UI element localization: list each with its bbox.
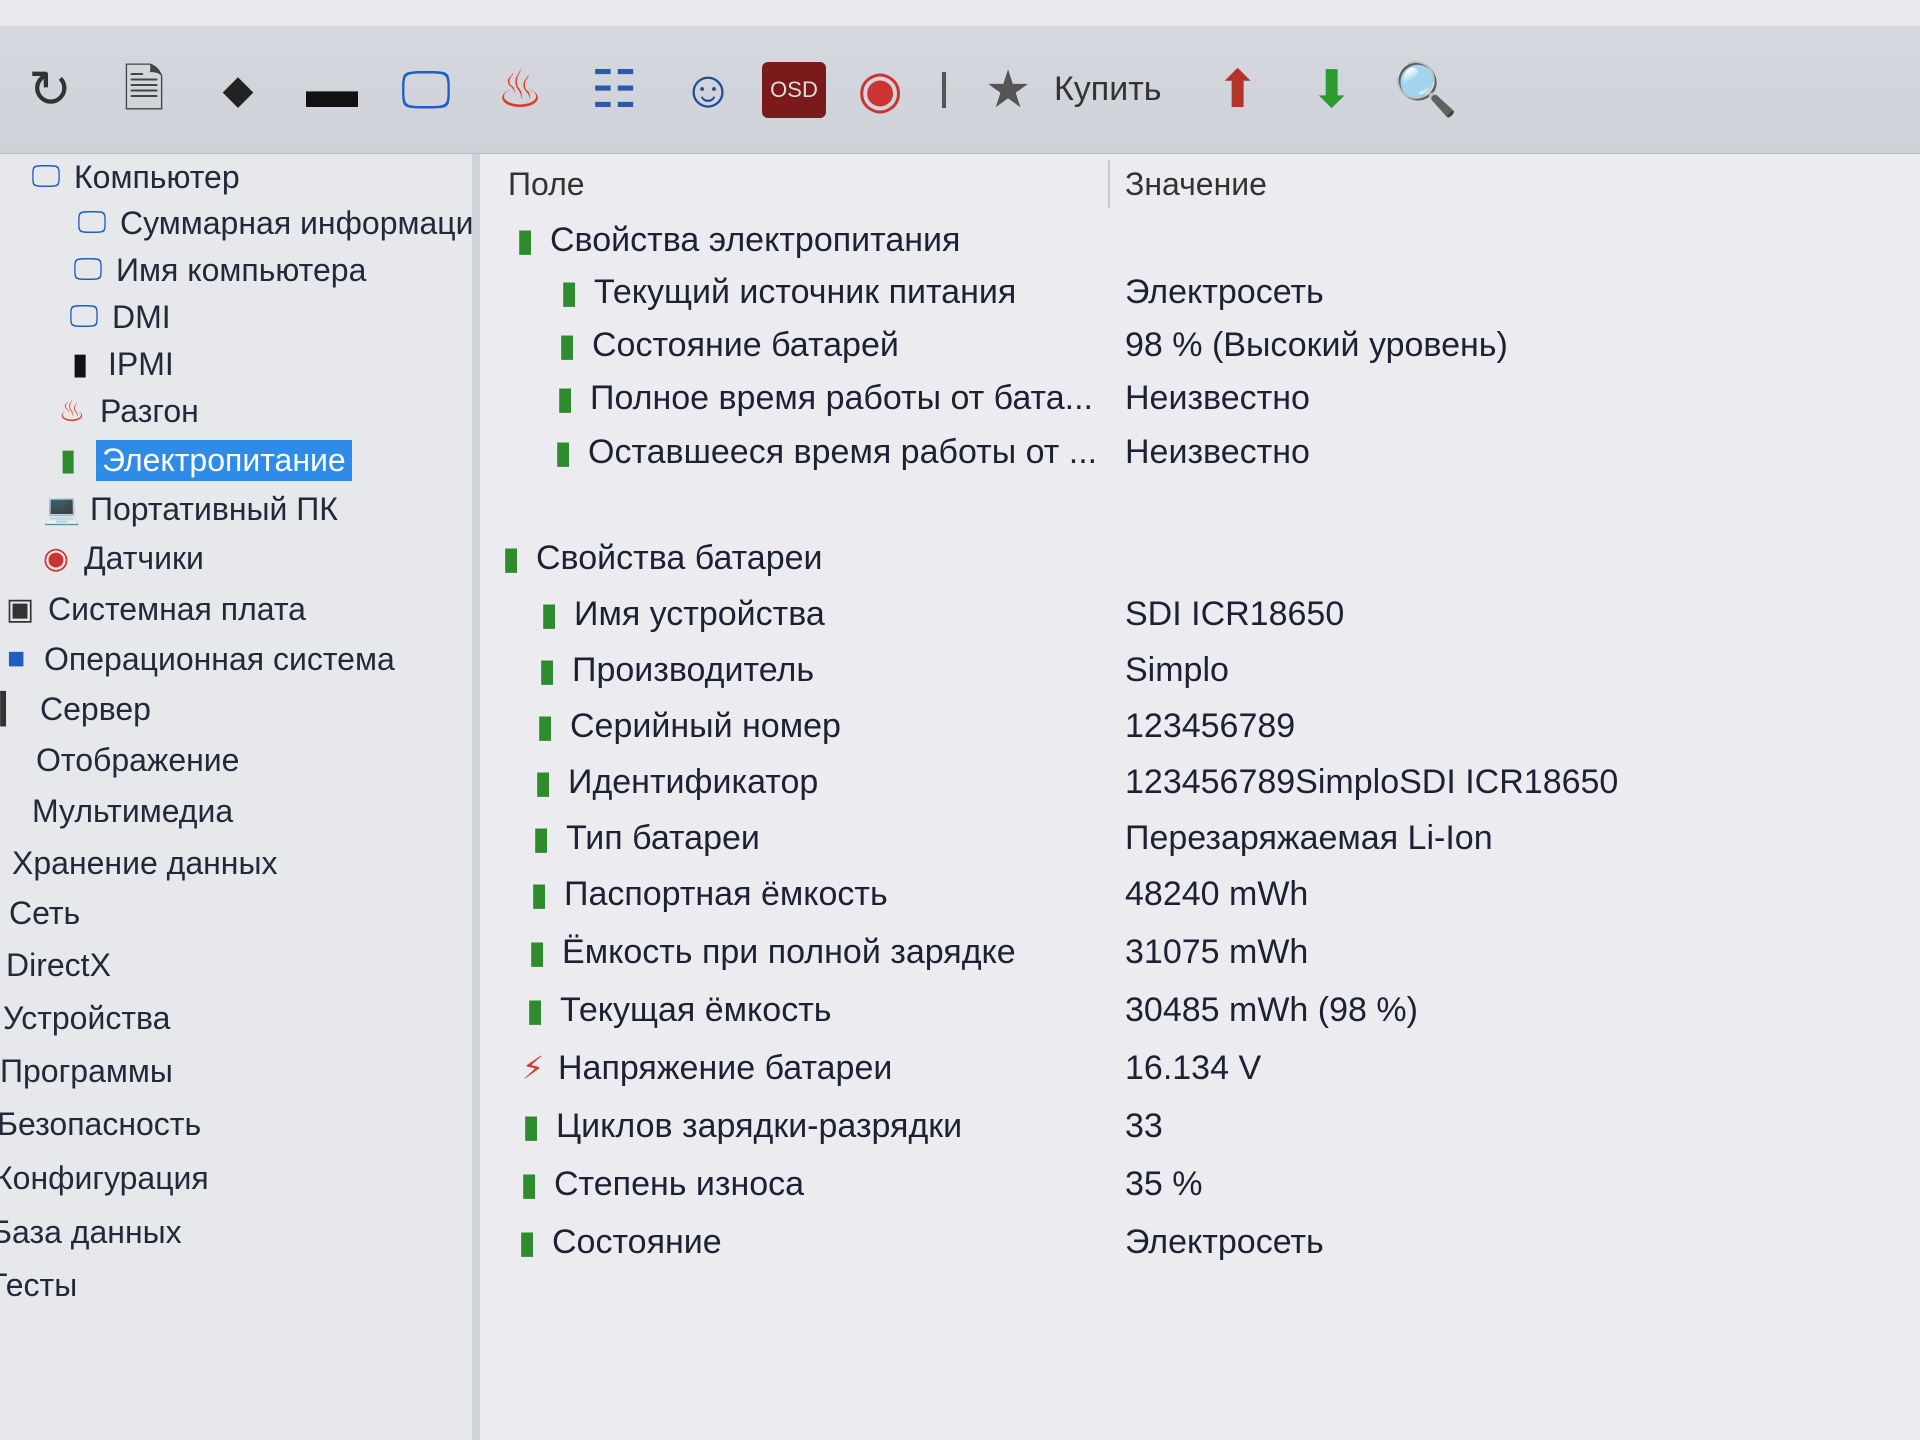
table-row[interactable]: ▮ Степень износа 35 %	[480, 1158, 1920, 1210]
up-arrow-icon[interactable]: ⬆	[1198, 50, 1278, 130]
tree-item-config[interactable]: Конфигурация	[0, 1155, 209, 1201]
table-row[interactable]: ▮ Состояние Электросеть	[480, 1216, 1920, 1268]
display-icon: ▏	[0, 743, 20, 777]
column-header-value[interactable]: Значение	[1125, 154, 1267, 214]
battery-icon: ▮	[538, 652, 556, 688]
server-icon: ▮	[71, 347, 89, 381]
battery-icon: ▮	[532, 820, 550, 856]
tree-item-devices[interactable]: Устройства	[3, 995, 170, 1041]
details-panel: Поле Значение ▮ Свойства электропитания …	[480, 154, 1920, 1440]
table-row[interactable]: ▮ Производитель Simplo	[480, 644, 1920, 696]
down-arrow-icon[interactable]: ⬇	[1292, 50, 1372, 130]
battery-icon: ▮	[558, 327, 576, 363]
osd-icon[interactable]: OSD	[762, 61, 826, 118]
battery-icon: ▮	[534, 764, 552, 800]
table-row[interactable]: ▮ Полное время работы от бата... Неизвест…	[480, 372, 1920, 424]
tree-item-ipmi[interactable]: ▮ IPMI	[60, 341, 174, 387]
battery-icon: ▮	[554, 434, 572, 470]
flame-icon: ♨	[58, 394, 86, 428]
tree-item-power[interactable]: ▮ Электропитание	[48, 437, 352, 483]
computer-icon: 🖵	[31, 160, 61, 193]
tree-item-laptop[interactable]: 💻 Портативный ПК	[42, 486, 338, 532]
tree-item-storage[interactable]: Хранение данных	[12, 840, 277, 886]
table-row[interactable]: ▮ Текущая ёмкость 30485 mWh (98 %)	[480, 984, 1920, 1036]
user-icon[interactable]: ☺	[668, 50, 748, 130]
toolbar: ↻ 🗎 ◆ ▬ 🖵 ♨ ☷ ☺ OSD ◉ ★ Купить ⬆ ⬇ 🔍	[0, 26, 1920, 154]
table-row[interactable]: ▮ Идентификатор 123456789SimploSDI ICR186…	[480, 756, 1920, 808]
server-icon: ▎	[0, 692, 24, 726]
table-row[interactable]: ▮ Ёмкость при полной зарядке 31075 mWh	[480, 926, 1920, 978]
battery-icon: ▮	[502, 540, 520, 576]
voltage-icon: ⚡	[521, 1050, 545, 1086]
device-list-icon[interactable]: ☷	[574, 50, 654, 130]
tree-item-motherboard[interactable]: ▣ Системная плата	[0, 586, 306, 632]
toolbar-separator	[942, 71, 946, 108]
tree-item-overclock[interactable]: ♨ Разгон	[52, 388, 199, 434]
board-icon: ▣	[5, 592, 35, 626]
tree-item-display[interactable]: ▏ Отображение	[0, 737, 239, 783]
monitor-icon[interactable]: 🖵	[386, 50, 466, 130]
battery-icon: ▮	[520, 1166, 538, 1202]
osd-label: OSD	[770, 76, 818, 102]
tree-item-os[interactable]: ■ Операционная система	[0, 636, 395, 682]
tree-item-multimedia[interactable]: ▏ Мультимедиа	[0, 788, 233, 834]
computer-icon: 🖵	[69, 300, 99, 333]
memory-icon[interactable]: ▬	[292, 50, 372, 130]
group-power-properties[interactable]: ▮ Свойства электропитания	[480, 214, 1920, 266]
gauge-icon: ◉	[42, 541, 70, 575]
battery-icon: ▮	[530, 876, 548, 912]
battery-icon: ▮	[536, 708, 554, 744]
laptop-icon: 💻	[43, 492, 81, 526]
table-row[interactable]: ▮ Текущий источник питания Электросеть	[480, 266, 1920, 318]
tree-item-computer[interactable]: 🖵 Компьютер	[26, 154, 240, 200]
table-row[interactable]: ▮ Имя устройства SDI ICR18650	[480, 588, 1920, 640]
overclock-flame-icon[interactable]: ♨	[480, 50, 560, 130]
table-row[interactable]: ▮ Состояние батарей 98 % (Высокий уровень…	[480, 319, 1920, 371]
tree-item-summary[interactable]: 🖵 Суммарная информаци	[72, 200, 474, 246]
computer-icon: 🖵	[73, 253, 103, 286]
windows-icon: ■	[6, 642, 26, 675]
column-header-field[interactable]: Поле	[508, 154, 585, 214]
media-icon: ▏	[0, 794, 16, 828]
column-divider[interactable]	[1108, 160, 1110, 208]
tree-item-server[interactable]: ▎ Сервер	[0, 686, 150, 732]
tree-item-security[interactable]: Безопасность	[0, 1101, 201, 1147]
tree-item-network[interactable]: Сеть	[9, 890, 80, 936]
buy-icon: ★	[984, 60, 1032, 119]
window-titlebar	[0, 0, 1920, 26]
battery-icon: ▮	[526, 992, 544, 1028]
navigation-tree: 🖵 Компьютер 🖵 Суммарная информаци 🖵 Имя …	[0, 154, 480, 1440]
tree-item-computer-name[interactable]: 🖵 Имя компьютера	[68, 247, 367, 293]
buy-label: Купить	[1054, 70, 1162, 108]
battery-icon: ▮	[518, 1224, 536, 1260]
tree-item-software[interactable]: Программы	[0, 1048, 173, 1094]
refresh-icon[interactable]: ↻	[10, 50, 90, 130]
battery-icon: ▮	[516, 222, 534, 258]
group-battery-properties[interactable]: ▮ Свойства батареи	[480, 532, 1920, 584]
computer-icon: 🖵	[77, 206, 107, 239]
tree-item-directx[interactable]: DirectX	[6, 942, 111, 988]
table-row[interactable]: ▮ Серийный номер 123456789	[480, 700, 1920, 752]
tree-item-dmi[interactable]: 🖵 DMI	[64, 294, 171, 340]
report-icon[interactable]: 🗎	[104, 50, 184, 130]
battery-icon: ▮	[59, 443, 77, 477]
table-row[interactable]: ▮ Тип батареи Перезаряжаемая Li-Ion	[480, 812, 1920, 864]
tree-item-benchmarks[interactable]: Тесты	[0, 1262, 77, 1308]
battery-icon: ▮	[540, 596, 558, 632]
battery-icon: ▮	[556, 380, 574, 416]
battery-icon: ▮	[528, 934, 546, 970]
buy-button[interactable]: ★ Купить	[968, 50, 1162, 130]
table-row[interactable]: ▮ Циклов зарядки-разрядки 33	[480, 1100, 1920, 1152]
motherboard-icon[interactable]: ◆	[198, 50, 278, 130]
sensor-gauge-icon[interactable]: ◉	[840, 50, 920, 130]
battery-icon: ▮	[560, 274, 578, 310]
table-row[interactable]: ▮ Оставшееся время работы от ... Неизвест…	[480, 426, 1920, 478]
tree-item-sensors[interactable]: ◉ Датчики	[36, 535, 204, 581]
tree-item-database[interactable]: База данных	[0, 1209, 182, 1255]
battery-icon: ▮	[522, 1108, 540, 1144]
table-row[interactable]: ▮ Паспортная ёмкость 48240 mWh	[480, 868, 1920, 920]
table-row[interactable]: ⚡ Напряжение батареи 16.134 V	[480, 1042, 1920, 1094]
search-icon[interactable]: 🔍	[1386, 50, 1466, 130]
